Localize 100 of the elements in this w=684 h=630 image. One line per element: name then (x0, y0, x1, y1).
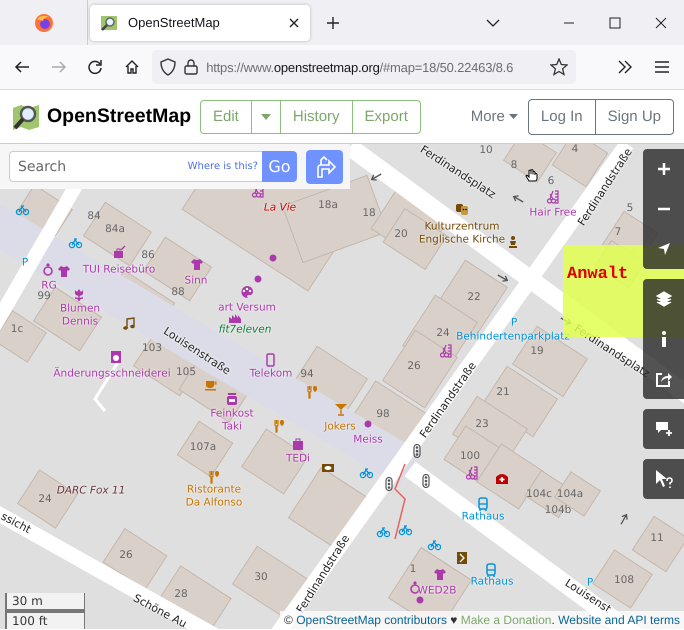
place-label: P (510, 316, 518, 330)
house-number: 26 (407, 360, 421, 372)
map-logo-icon (100, 14, 118, 32)
plus-icon (656, 162, 670, 176)
address-bar[interactable]: https://www.openstreetmap.org/#map=18/50.22463/8.6 (152, 50, 576, 84)
house-number: 103 (142, 342, 162, 354)
house-number: 84a (105, 223, 125, 235)
house-number: 86 (141, 249, 155, 261)
go-button[interactable]: Go (262, 151, 297, 182)
house-number: 23 (475, 418, 489, 430)
scale-bar: 100 ft (5, 611, 85, 629)
house-number: 11 (650, 532, 664, 544)
place-label: Hair Free (529, 206, 577, 220)
house-number: 18a (318, 199, 338, 211)
house-number: 19 (530, 345, 544, 357)
house-number: 104b (544, 504, 572, 516)
door-icon (455, 551, 469, 565)
place-label: TEDi (286, 452, 310, 466)
place-label: DARC Fox 11 (56, 484, 126, 498)
attribution-link[interactable]: OpenStreetMap contributors (296, 613, 447, 627)
house-number: 26 (119, 549, 133, 561)
caret-down-icon (260, 114, 271, 120)
house-number: 24 (436, 327, 450, 339)
bus-icon (484, 563, 498, 577)
ring-icon (41, 262, 55, 276)
house-number: 107a (190, 441, 216, 453)
place-label: Rathaus (470, 576, 514, 588)
place-label: La Vie (264, 202, 296, 214)
layers-button[interactable] (643, 279, 684, 319)
place-label: Rathaus (462, 510, 504, 524)
washing-machine-icon (109, 350, 123, 364)
menu-icon (654, 60, 670, 74)
statue-icon (506, 235, 520, 249)
layers-icon (656, 291, 672, 307)
caret-down-icon (508, 114, 518, 119)
arrow-left-icon (14, 59, 30, 75)
house-number: 6 (548, 175, 554, 187)
place-label: Ristorante Da Alfonso (184, 483, 244, 509)
place-label: Telekom (250, 368, 292, 380)
first-aid-icon (495, 471, 509, 485)
palette-icon (240, 285, 254, 299)
scissors-icon (546, 190, 560, 204)
house-number: 7 (614, 226, 622, 238)
place-label: art Versum (218, 302, 276, 314)
tab-title: OpenStreetMap (128, 15, 221, 30)
attribution-text: © OpenStreetMap contributors ♥ Make a Donation. Website and API terms (280, 611, 684, 629)
nav-button[interactable]: Edit (201, 100, 251, 132)
url-text: https://www.openstreetmap.org/#map=18/50.22463/8.6 (206, 60, 514, 74)
house-number: 88 (171, 286, 185, 298)
browser-logo-icon (34, 12, 54, 32)
lock-icon (184, 59, 198, 75)
auth-button[interactable]: Sign Up (594, 100, 673, 134)
shield-icon (160, 58, 176, 76)
flower-icon (72, 288, 86, 302)
music-note-icon (122, 317, 136, 331)
house-number: 18 (362, 207, 376, 219)
banknote-icon (321, 461, 335, 475)
share-icon (656, 371, 672, 387)
house-number: 20 (394, 228, 408, 240)
more-menu-button[interactable]: More (470, 108, 518, 125)
auth-button[interactable]: Log In (528, 100, 595, 134)
nav-button[interactable]: Export (352, 100, 420, 132)
nav-button[interactable]: History (280, 100, 352, 132)
donate-link[interactable]: Make a Donation (460, 613, 552, 627)
navigation-arrow-icon (656, 242, 670, 256)
place-label: Feinkost Taki (209, 407, 255, 433)
arrow-right-icon (50, 59, 67, 75)
star-icon (550, 58, 568, 76)
search-field[interactable]: Search Where is this? (9, 151, 262, 182)
place-label: Kulturzentrum Englische Kirche (418, 220, 506, 246)
house-number: 108 (614, 574, 634, 586)
info-icon (660, 331, 666, 347)
theater-masks-icon (455, 202, 469, 216)
house-number: 84 (87, 210, 101, 222)
house-number: 22 (467, 291, 481, 303)
bus-icon (476, 497, 490, 511)
place-label: Behindertenparkplatz (456, 330, 570, 344)
scale-bar: 30 m (5, 593, 85, 611)
zoom-in-button[interactable] (643, 149, 684, 189)
query-features-button[interactable] (643, 459, 684, 499)
shirt-icon (57, 264, 71, 278)
house-number: 100 (460, 450, 480, 462)
shirt-icon (433, 567, 447, 581)
site-logo-text[interactable]: OpenStreetMap (47, 105, 192, 128)
directions-button[interactable] (306, 150, 343, 184)
house-number: 99 (37, 290, 51, 302)
shopping-bag-icon (291, 437, 305, 451)
close-icon (288, 16, 300, 28)
house-number: 94 (300, 368, 314, 380)
attribution-link[interactable]: Website and API terms (558, 613, 680, 627)
house-number: 21 (496, 386, 510, 398)
add-note-button[interactable] (643, 409, 684, 449)
house-number: 24 (38, 493, 52, 505)
house-number: 104c (526, 488, 552, 500)
browser-tab[interactable]: OpenStreetMap (90, 4, 310, 40)
locate-button[interactable] (643, 229, 684, 269)
reload-icon (87, 59, 104, 75)
where-is-this-link[interactable]: Where is this? (188, 161, 258, 172)
shirt-icon (190, 257, 204, 271)
double-chevron-icon (617, 60, 634, 74)
